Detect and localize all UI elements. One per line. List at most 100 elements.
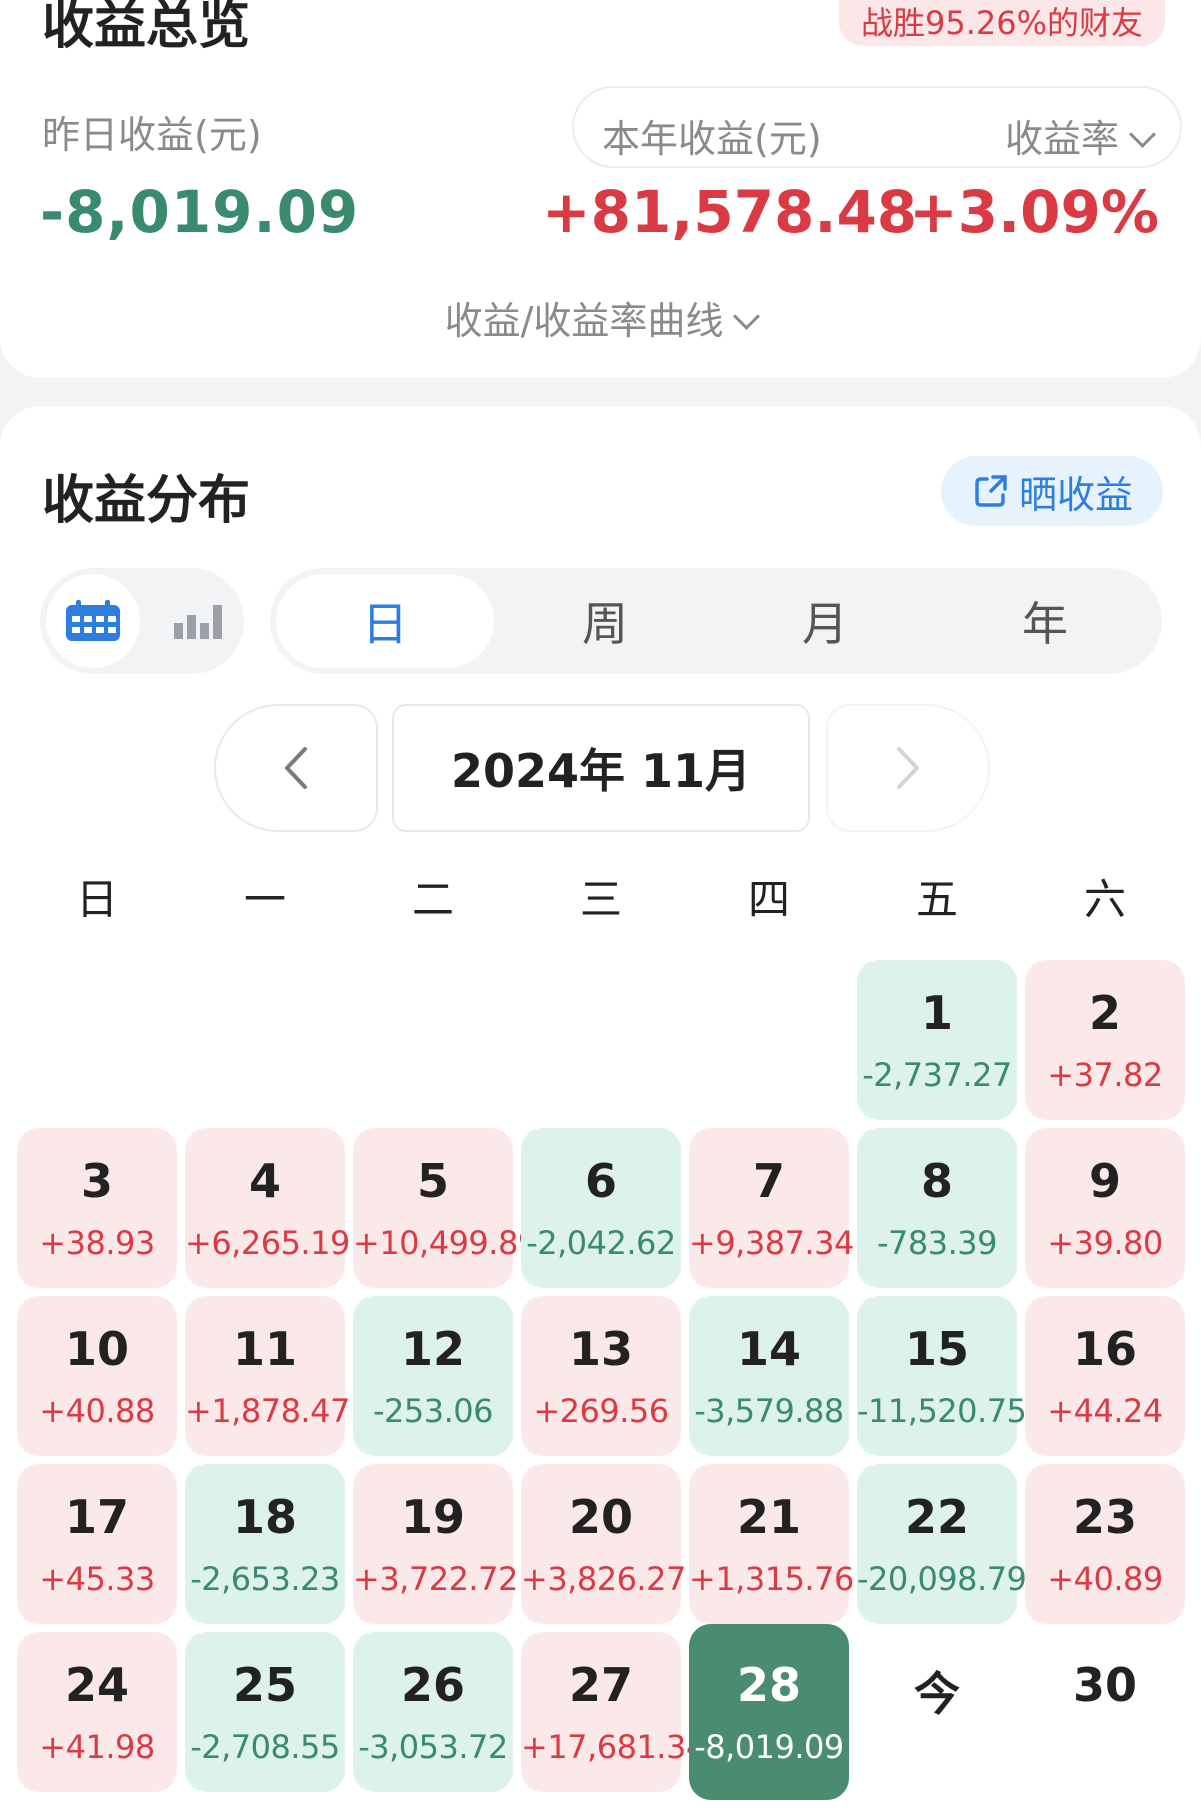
calendar-day-number: 12 — [400, 1322, 465, 1376]
calendar-day-number: 9 — [1088, 1154, 1121, 1208]
calendar-day-earnings: +1,315.76 — [689, 1560, 854, 1598]
calendar-day-number: 4 — [248, 1154, 281, 1208]
yesterday-earnings-label: 昨日收益(元) — [42, 113, 262, 157]
calendar-day-20[interactable]: 20 +3,826.27 — [521, 1464, 686, 1624]
distribution-card: 收益分布 晒收益 日 周 月 年 2024年 11月 日 一 二 三 四 五 六… — [0, 406, 1201, 1817]
calendar-day-earnings: +40.88 — [39, 1392, 155, 1430]
curve-toggle-label: 收益/收益率曲线 — [444, 299, 724, 343]
calendar-day-17[interactable]: 17 +45.33 — [17, 1464, 177, 1624]
calendar-view-button[interactable] — [46, 574, 140, 668]
current-month-label[interactable]: 2024年 11月 — [392, 704, 810, 832]
period-tabs: 日 周 月 年 — [270, 568, 1162, 674]
calendar-day-number: 10 — [64, 1322, 129, 1376]
calendar-day-earnings: -253.06 — [372, 1392, 494, 1430]
calendar-day-earnings: +38.93 — [39, 1224, 155, 1262]
tab-month[interactable]: 月 — [716, 574, 934, 668]
chevron-down-icon — [1129, 121, 1156, 148]
weekday-tue: 二 — [411, 875, 454, 924]
calendar-day-earnings: +3,826.27 — [521, 1560, 686, 1598]
calendar-day-earnings: -3,579.88 — [694, 1392, 844, 1430]
calendar-day-9[interactable]: 9 +39.80 — [1025, 1128, 1185, 1288]
beat-rank-badge[interactable]: 战胜95.26%的财友 — [838, 0, 1165, 46]
rate-dropdown[interactable]: 收益率 — [1004, 108, 1156, 163]
calendar-day-2[interactable]: 2 +37.82 — [1025, 960, 1185, 1120]
calendar-day-29[interactable]: 今 — [857, 1632, 1017, 1792]
weekday-thu: 四 — [747, 875, 790, 924]
calendar-day-earnings: +17,681.34 — [521, 1728, 706, 1766]
calendar-day-11[interactable]: 11 +1,878.47 — [185, 1296, 350, 1456]
calendar-day-earnings: +269.56 — [533, 1392, 669, 1430]
calendar-day-12[interactable]: 12 -253.06 — [353, 1296, 513, 1456]
calendar-day-number: 19 — [400, 1490, 465, 1544]
calendar-day-number: 16 — [1072, 1322, 1137, 1376]
calendar-day-earnings: -20,098.79 — [857, 1560, 1027, 1598]
tab-week[interactable]: 周 — [496, 574, 714, 668]
next-month-button[interactable] — [826, 704, 990, 832]
calendar-day-8[interactable]: 8 -783.39 — [857, 1128, 1017, 1288]
calendar-day-number: 8 — [920, 1154, 953, 1208]
calendar-day-7[interactable]: 7 +9,387.34 — [689, 1128, 854, 1288]
prev-month-button[interactable] — [214, 704, 378, 832]
calendar-day-earnings: +40.89 — [1047, 1560, 1163, 1598]
calendar-day-3[interactable]: 3 +38.93 — [17, 1128, 177, 1288]
calendar-day-26[interactable]: 26 -3,053.72 — [353, 1632, 513, 1792]
calendar-day-earnings: -2,708.55 — [190, 1728, 340, 1766]
calendar-day-25[interactable]: 25 -2,708.55 — [185, 1632, 345, 1792]
bar-chart-view-button[interactable] — [158, 574, 238, 668]
share-earnings-label: 晒收益 — [1018, 472, 1133, 517]
calendar-day-21[interactable]: 21 +1,315.76 — [689, 1464, 854, 1624]
overview-title: 收益总览 — [42, 0, 251, 56]
yesterday-earnings-value: -8,019.09 — [40, 178, 360, 246]
calendar-day-10[interactable]: 10 +40.88 — [17, 1296, 177, 1456]
calendar-day-number: 27 — [568, 1658, 633, 1712]
calendar-day-earnings: +1,878.47 — [185, 1392, 350, 1430]
weekday-sat: 六 — [1083, 875, 1126, 924]
calendar-day-24[interactable]: 24 +41.98 — [17, 1632, 177, 1792]
weekday-sun: 日 — [75, 875, 118, 924]
calendar-day-13[interactable]: 13 +269.56 — [521, 1296, 681, 1456]
weekday-wed: 三 — [579, 875, 622, 924]
curve-toggle[interactable]: 收益/收益率曲线 — [0, 290, 1201, 345]
calendar-day-23[interactable]: 23 +40.89 — [1025, 1464, 1185, 1624]
calendar-day-number: 26 — [400, 1658, 465, 1712]
calendar-day-earnings: -8,019.09 — [694, 1728, 844, 1766]
year-earnings-selector[interactable]: 本年收益(元) 收益率 — [572, 86, 1182, 168]
calendar-day-30[interactable]: 30 — [1025, 1632, 1185, 1792]
view-mode-toggle — [40, 568, 244, 674]
calendar-day-22[interactable]: 22 -20,098.79 — [857, 1464, 1027, 1624]
calendar-day-1[interactable]: 1 -2,737.27 — [857, 960, 1017, 1120]
tab-year[interactable]: 年 — [936, 574, 1154, 668]
calendar-day-number: 15 — [904, 1322, 969, 1376]
calendar-day-6[interactable]: 6 -2,042.62 — [521, 1128, 681, 1288]
calendar-day-number: 1 — [920, 986, 953, 1040]
calendar-day-16[interactable]: 16 +44.24 — [1025, 1296, 1185, 1456]
share-earnings-button[interactable]: 晒收益 — [941, 456, 1163, 526]
calendar-day-earnings: +41.98 — [39, 1728, 155, 1766]
calendar-day-earnings: -783.39 — [876, 1224, 998, 1262]
calendar-day-15[interactable]: 15 -11,520.75 — [857, 1296, 1027, 1456]
calendar-day-18[interactable]: 18 -2,653.23 — [185, 1464, 345, 1624]
calendar-day-27[interactable]: 27 +17,681.34 — [521, 1632, 706, 1792]
calendar-day-4[interactable]: 4 +6,265.19 — [185, 1128, 350, 1288]
calendar-day-number: 17 — [64, 1490, 129, 1544]
calendar-day-earnings: +37.82 — [1047, 1056, 1163, 1094]
calendar-day-earnings: +10,499.89 — [353, 1224, 538, 1262]
calendar-day-5[interactable]: 5 +10,499.89 — [353, 1128, 538, 1288]
calendar-day-number: 22 — [904, 1490, 969, 1544]
tab-day[interactable]: 日 — [276, 574, 494, 668]
calendar-day-28[interactable]: 28 -8,019.09 — [689, 1624, 849, 1800]
calendar-day-earnings: -2,737.27 — [862, 1056, 1012, 1094]
distribution-title: 收益分布 — [42, 471, 251, 531]
calendar-day-earnings: +9,387.34 — [689, 1224, 854, 1262]
bar-chart-icon — [174, 605, 222, 639]
calendar-icon — [66, 600, 120, 641]
chevron-left-icon — [285, 747, 307, 789]
share-icon — [975, 475, 1007, 507]
rate-label: 收益率 — [1004, 117, 1119, 161]
calendar-day-earnings: +45.33 — [39, 1560, 155, 1598]
calendar-day-number: 6 — [584, 1154, 617, 1208]
calendar-day-14[interactable]: 14 -3,579.88 — [689, 1296, 849, 1456]
calendar-day-19[interactable]: 19 +3,722.72 — [353, 1464, 518, 1624]
rate-value: +3.09% — [909, 178, 1159, 246]
calendar-day-number: 30 — [1072, 1658, 1137, 1712]
